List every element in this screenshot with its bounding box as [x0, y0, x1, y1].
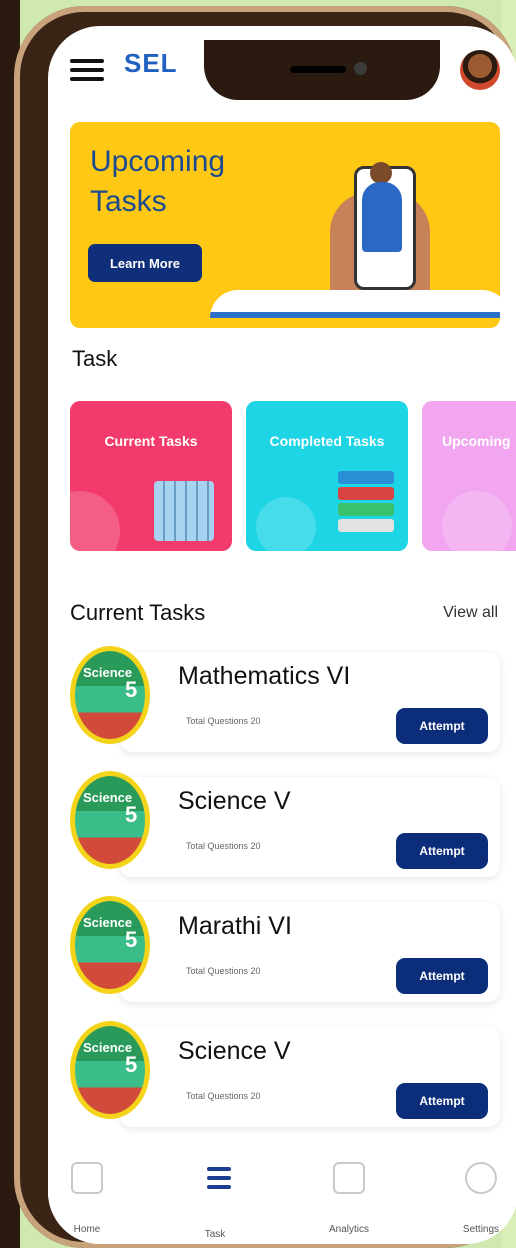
camera: [354, 62, 367, 75]
nav-label: Home: [73, 1224, 101, 1235]
student-head-illustration: [370, 162, 392, 184]
task-row: Science 5 Marathi VI Total Questions 20 A…: [70, 896, 500, 1006]
task-category-carousel: Current Tasks Completed Tasks Upcoming: [70, 401, 516, 551]
attempt-button[interactable]: Attempt: [396, 833, 488, 869]
upcoming-tasks-banner: Upcoming Tasks Learn More: [70, 122, 500, 328]
speaker: [290, 66, 346, 73]
nav-label: Task: [204, 1229, 226, 1240]
subject-cover-image: Science 5: [70, 1021, 150, 1119]
task-question-count: Total Questions 20: [186, 841, 261, 851]
card-label: Completed Tasks: [269, 433, 385, 449]
nav-home[interactable]: Home: [52, 1162, 122, 1235]
nav-analytics[interactable]: Analytics: [314, 1162, 384, 1235]
home-icon: [71, 1162, 103, 1194]
phone-screen: SEL ⇄ Upcoming Tasks Learn More Task Cur…: [48, 26, 516, 1244]
phone-notch: [204, 40, 440, 100]
attempt-button[interactable]: Attempt: [396, 958, 488, 994]
card-label: Upcoming: [442, 433, 511, 449]
task-title: Science V: [178, 787, 291, 815]
open-book-illustration: [210, 290, 500, 320]
card-label: Current Tasks: [104, 433, 198, 449]
subject-cover-image: Science 5: [70, 646, 150, 744]
attempt-button[interactable]: Attempt: [396, 708, 488, 744]
learn-more-button[interactable]: Learn More: [88, 244, 202, 282]
analytics-icon: [333, 1162, 365, 1194]
current-tasks-heading: Current Tasks: [70, 600, 206, 625]
task-title: Mathematics VI: [178, 662, 351, 690]
current-tasks-card[interactable]: Current Tasks: [70, 401, 232, 551]
books-illustration: [154, 481, 214, 541]
nav-task[interactable]: Task: [180, 1162, 250, 1240]
task-row: Science 5 Science V Total Questions 20 At…: [70, 1021, 500, 1131]
nav-settings[interactable]: Settings: [446, 1162, 516, 1235]
subject-cover-image: Science 5: [70, 771, 150, 869]
view-all-link[interactable]: View all: [443, 604, 498, 622]
subject-cover-image: Science 5: [70, 896, 150, 994]
student-illustration: [362, 182, 402, 252]
banner-title: Upcoming Tasks: [90, 145, 226, 218]
nav-label: Analytics: [328, 1224, 369, 1235]
task-question-count: Total Questions 20: [186, 966, 261, 976]
completed-tasks-card[interactable]: Completed Tasks: [246, 401, 408, 551]
task-question-count: Total Questions 20: [186, 1091, 261, 1101]
bottom-navigation: Home Task Analytics Settings: [48, 1146, 516, 1244]
task-row: Science 5 Mathematics VI Total Questions …: [70, 646, 500, 756]
gear-icon: [465, 1162, 497, 1194]
task-title: Marathi VI: [178, 912, 292, 940]
task-row: Science 5 Science V Total Questions 20 At…: [70, 771, 500, 881]
hamburger-menu-icon[interactable]: [70, 54, 104, 84]
nav-label: Settings: [462, 1224, 500, 1235]
task-question-count: Total Questions 20: [186, 716, 261, 726]
task-list-icon: [199, 1167, 231, 1199]
app-logo: SEL: [124, 48, 178, 78]
book-stack-illustration: [338, 471, 394, 541]
phone-frame: SEL ⇄ Upcoming Tasks Learn More Task Cur…: [14, 6, 516, 1248]
task-section-title: Task: [72, 346, 118, 371]
task-title: Science V: [178, 1037, 291, 1065]
attempt-button[interactable]: Attempt: [396, 1083, 488, 1119]
upcoming-tasks-card[interactable]: Upcoming: [422, 401, 516, 551]
avatar[interactable]: [460, 50, 500, 90]
